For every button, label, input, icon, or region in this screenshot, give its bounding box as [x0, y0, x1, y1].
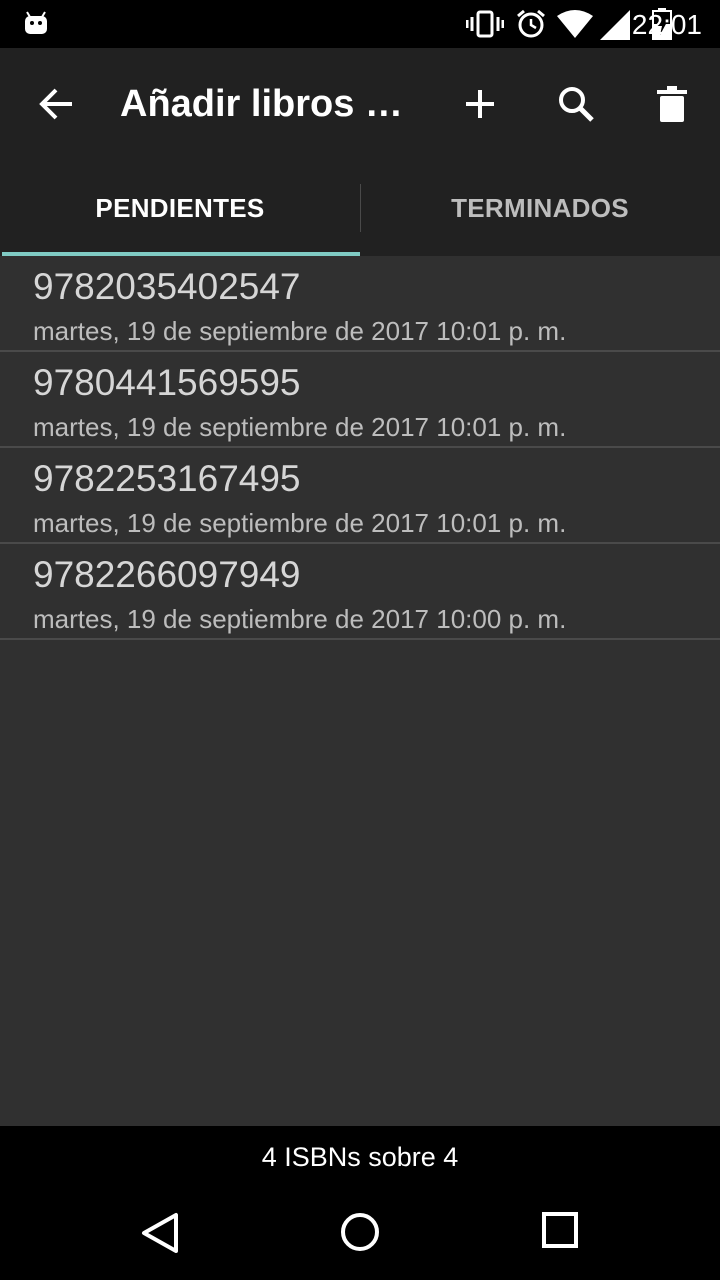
list-item[interactable]: 9782035402547 martes, 19 de septiembre d… — [0, 256, 720, 352]
clock: 22:01 — [631, 9, 702, 40]
tab-pendientes[interactable]: PENDIENTES — [0, 160, 360, 256]
isbn-value: 9780441569595 — [33, 362, 301, 403]
isbn-list: 9782035402547 martes, 19 de septiembre d… — [0, 256, 720, 640]
alarm-icon — [517, 9, 545, 38]
vibrate-icon — [466, 10, 504, 38]
isbn-value: 9782253167495 — [33, 458, 301, 499]
item-date: martes, 19 de septiembre de 2017 10:01 p… — [33, 316, 567, 346]
search-icon[interactable] — [556, 84, 596, 124]
isbn-value: 9782035402547 — [33, 266, 301, 307]
back-arrow-icon[interactable] — [36, 84, 76, 124]
page-title: Añadir libros e... — [120, 83, 416, 125]
system-nav-bar — [0, 1188, 720, 1280]
delete-icon[interactable] — [652, 84, 692, 124]
wifi-icon — [557, 10, 593, 38]
home-circle-icon[interactable] — [340, 1212, 380, 1252]
tab-terminados[interactable]: TERMINADOS — [360, 160, 720, 256]
app-bar: Añadir libros e... — [0, 48, 720, 160]
status-bar: 22:01 — [0, 0, 720, 48]
back-triangle-icon[interactable] — [140, 1212, 180, 1254]
add-icon[interactable] — [460, 84, 500, 124]
list-item[interactable]: 9780441569595 martes, 19 de septiembre d… — [0, 352, 720, 448]
item-date: martes, 19 de septiembre de 2017 10:00 p… — [33, 604, 567, 634]
list-item[interactable]: 9782266097949 martes, 19 de septiembre d… — [0, 544, 720, 640]
android-icon — [25, 11, 47, 34]
recents-square-icon[interactable] — [542, 1212, 578, 1248]
isbn-count-summary: 4 ISBNs sobre 4 — [0, 1126, 720, 1188]
tab-bar: PENDIENTES TERMINADOS — [0, 160, 720, 256]
signal-icon — [600, 10, 630, 40]
item-date: martes, 19 de septiembre de 2017 10:01 p… — [33, 412, 567, 442]
isbn-value: 9782266097949 — [33, 554, 301, 595]
list-item[interactable]: 9782253167495 martes, 19 de septiembre d… — [0, 448, 720, 544]
item-date: martes, 19 de septiembre de 2017 10:01 p… — [33, 508, 567, 538]
